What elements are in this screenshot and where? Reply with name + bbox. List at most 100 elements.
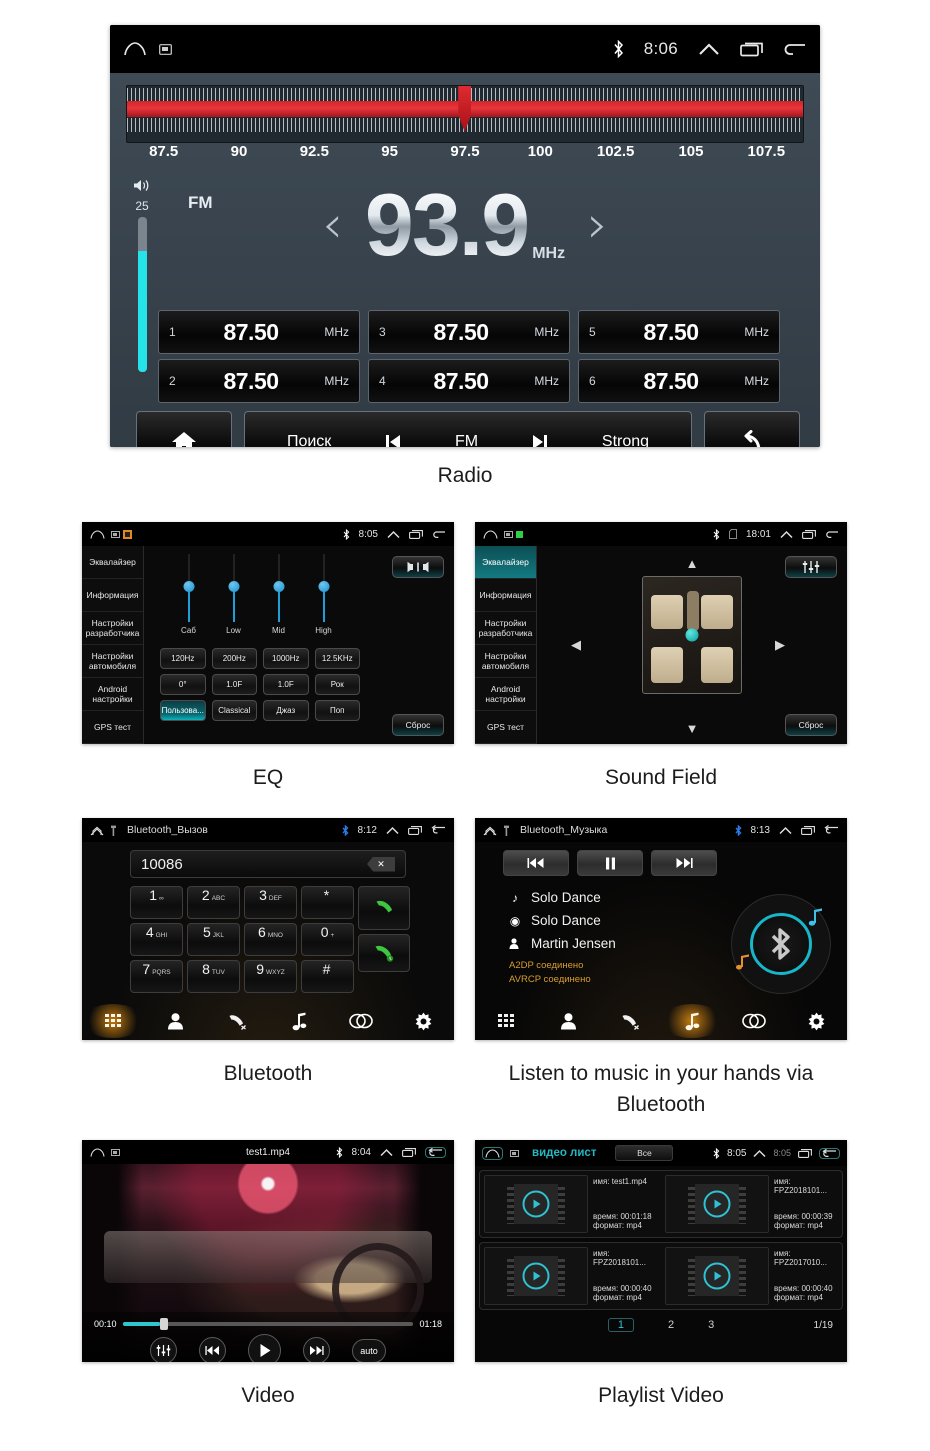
chevron-left-icon[interactable]: ‹ [300, 199, 365, 251]
car-seat-diagram[interactable] [642, 576, 742, 694]
video-thumbnail[interactable] [665, 1247, 769, 1305]
chevron-up-icon[interactable] [780, 530, 793, 539]
arrow-left-icon[interactable]: ◀ [571, 637, 581, 653]
slider-knob[interactable] [273, 581, 284, 592]
home-icon[interactable] [483, 529, 498, 539]
preset-button[interactable]: 3 87.50 MHz [368, 310, 570, 354]
eq-param-button[interactable]: 1.0F [263, 674, 309, 695]
skip-next-icon[interactable] [530, 432, 550, 447]
arrow-down-icon[interactable]: ▼ [686, 721, 699, 736]
home-icon[interactable] [90, 824, 106, 837]
nav-link[interactable] [330, 1004, 392, 1038]
reset-button[interactable]: Сброс [392, 714, 444, 736]
recents-icon[interactable] [408, 825, 422, 835]
recents-icon[interactable] [740, 42, 763, 57]
screen-icon[interactable] [159, 43, 172, 55]
chevron-up-icon[interactable] [698, 42, 720, 57]
arrow-right-icon[interactable]: ▶ [775, 637, 785, 653]
chevron-right-icon[interactable]: › [565, 199, 630, 251]
sidebar-item-developer-settings[interactable]: Настройки разработчика [82, 612, 143, 645]
eq-preset-pop[interactable]: Поп [314, 700, 360, 721]
sidebar-item-car-settings[interactable]: Настройки автомобиля [82, 645, 143, 678]
chevron-up-icon[interactable] [380, 1148, 393, 1157]
back-button[interactable] [704, 411, 800, 447]
recents-icon[interactable] [409, 529, 423, 539]
eq-preset-user[interactable]: Пользова... [160, 700, 206, 721]
chevron-up-icon[interactable] [753, 1149, 766, 1158]
home-icon[interactable] [90, 1147, 105, 1157]
equalizer-button[interactable] [150, 1337, 177, 1362]
arrow-up-icon[interactable]: ▲ [686, 556, 699, 571]
playlist-item[interactable]: имя: FPZ2018101... время: 00:00:39 форма… [661, 1171, 842, 1237]
video-viewport[interactable]: 00:10 01:18 auto [82, 1164, 454, 1362]
nav-dialpad[interactable] [475, 1004, 537, 1038]
sidebar-item-car-settings[interactable]: Настройки автомобиля [475, 645, 536, 678]
eq-slider-sub[interactable]: Саб [166, 554, 211, 644]
eq-preset-classical[interactable]: Classical [211, 700, 257, 721]
sidebar-item-android-settings[interactable]: Android настройки [82, 678, 143, 711]
key-0[interactable]: 0 + [301, 923, 354, 956]
key-5[interactable]: 5 JKL [187, 923, 240, 956]
nav-dialpad[interactable] [82, 1004, 144, 1038]
next-button[interactable] [651, 850, 717, 876]
sidebar-item-developer-settings[interactable]: Настройки разработчика [475, 612, 536, 645]
eq-slider-mid[interactable]: Mid [256, 554, 301, 644]
home-icon[interactable] [124, 42, 146, 56]
home-button[interactable] [136, 411, 232, 447]
back-icon[interactable] [825, 530, 839, 539]
band-toggle[interactable]: FM [455, 433, 478, 447]
filter-all-button[interactable]: Все [615, 1145, 674, 1161]
speaker-balance-button[interactable] [392, 556, 444, 578]
playlist-item[interactable]: имя: FPZ2017010... время: 00:00:40 форма… [661, 1243, 842, 1309]
eq-preset-jazz[interactable]: Джаз [263, 700, 309, 721]
sidebar-item-information[interactable]: Информация [475, 579, 536, 612]
back-icon[interactable] [819, 1147, 840, 1159]
page-2[interactable]: 2 [668, 1319, 674, 1331]
key-hash[interactable]: # [301, 960, 354, 993]
reset-button[interactable]: Сброс [785, 714, 837, 736]
video-thumbnail[interactable] [484, 1175, 588, 1233]
nav-call-history[interactable] [599, 1004, 661, 1038]
nav-settings[interactable] [392, 1004, 454, 1038]
seek-knob[interactable] [160, 1318, 169, 1330]
video-seekbar[interactable] [122, 1318, 414, 1330]
key-3[interactable]: 3 DEF [244, 886, 297, 919]
page-3[interactable]: 3 [708, 1319, 714, 1331]
key-6[interactable]: 6 MNO [244, 923, 297, 956]
equalizer-button[interactable] [785, 556, 837, 578]
dial-number-field[interactable]: 10086 ✕ [130, 850, 406, 878]
chevron-up-icon[interactable] [779, 826, 792, 835]
recents-icon[interactable] [802, 529, 816, 539]
chevron-up-icon[interactable] [387, 530, 400, 539]
nav-call-history[interactable] [206, 1004, 268, 1038]
sidebar-item-information[interactable]: Информация [82, 579, 143, 612]
pause-button[interactable] [577, 850, 643, 876]
back-icon[interactable] [432, 530, 446, 539]
sound-focus-dot[interactable] [685, 628, 699, 642]
sidebar-item-equalizer[interactable]: Эквалайзер [475, 546, 536, 579]
home-icon[interactable] [483, 824, 499, 837]
sidebar-item-equalizer[interactable]: Эквалайзер [82, 546, 143, 579]
previous-button[interactable] [199, 1337, 226, 1362]
back-icon[interactable] [431, 825, 446, 835]
key-8[interactable]: 8 TUV [187, 960, 240, 993]
back-icon[interactable] [824, 825, 839, 835]
tuner-bar[interactable] [126, 85, 804, 143]
back-icon[interactable] [783, 42, 806, 57]
recents-icon[interactable] [402, 1147, 416, 1157]
video-thumbnail[interactable] [665, 1175, 769, 1233]
playlist-item[interactable]: имя: test1.mp4 время: 00:01:18 формат: m… [480, 1171, 661, 1237]
eq-slider-high[interactable]: High [301, 554, 346, 644]
recents-icon[interactable] [801, 825, 815, 835]
eq-slider-low[interactable]: Low [211, 554, 256, 644]
eq-preset-rock[interactable]: Рок [314, 674, 360, 695]
preset-button[interactable]: 6 87.50 MHz [578, 359, 780, 403]
playlist-item[interactable]: имя: FPZ2018101... время: 00:00:40 форма… [480, 1243, 661, 1309]
eq-freq-button[interactable]: 12.5KHz [314, 648, 360, 669]
sidebar-item-gps-test[interactable]: GPS тест [82, 711, 143, 744]
home-icon[interactable] [90, 529, 105, 539]
key-star[interactable]: * [301, 886, 354, 919]
preset-button[interactable]: 2 87.50 MHz [158, 359, 360, 403]
previous-button[interactable] [503, 850, 569, 876]
sidebar-item-gps-test[interactable]: GPS тест [475, 711, 536, 744]
